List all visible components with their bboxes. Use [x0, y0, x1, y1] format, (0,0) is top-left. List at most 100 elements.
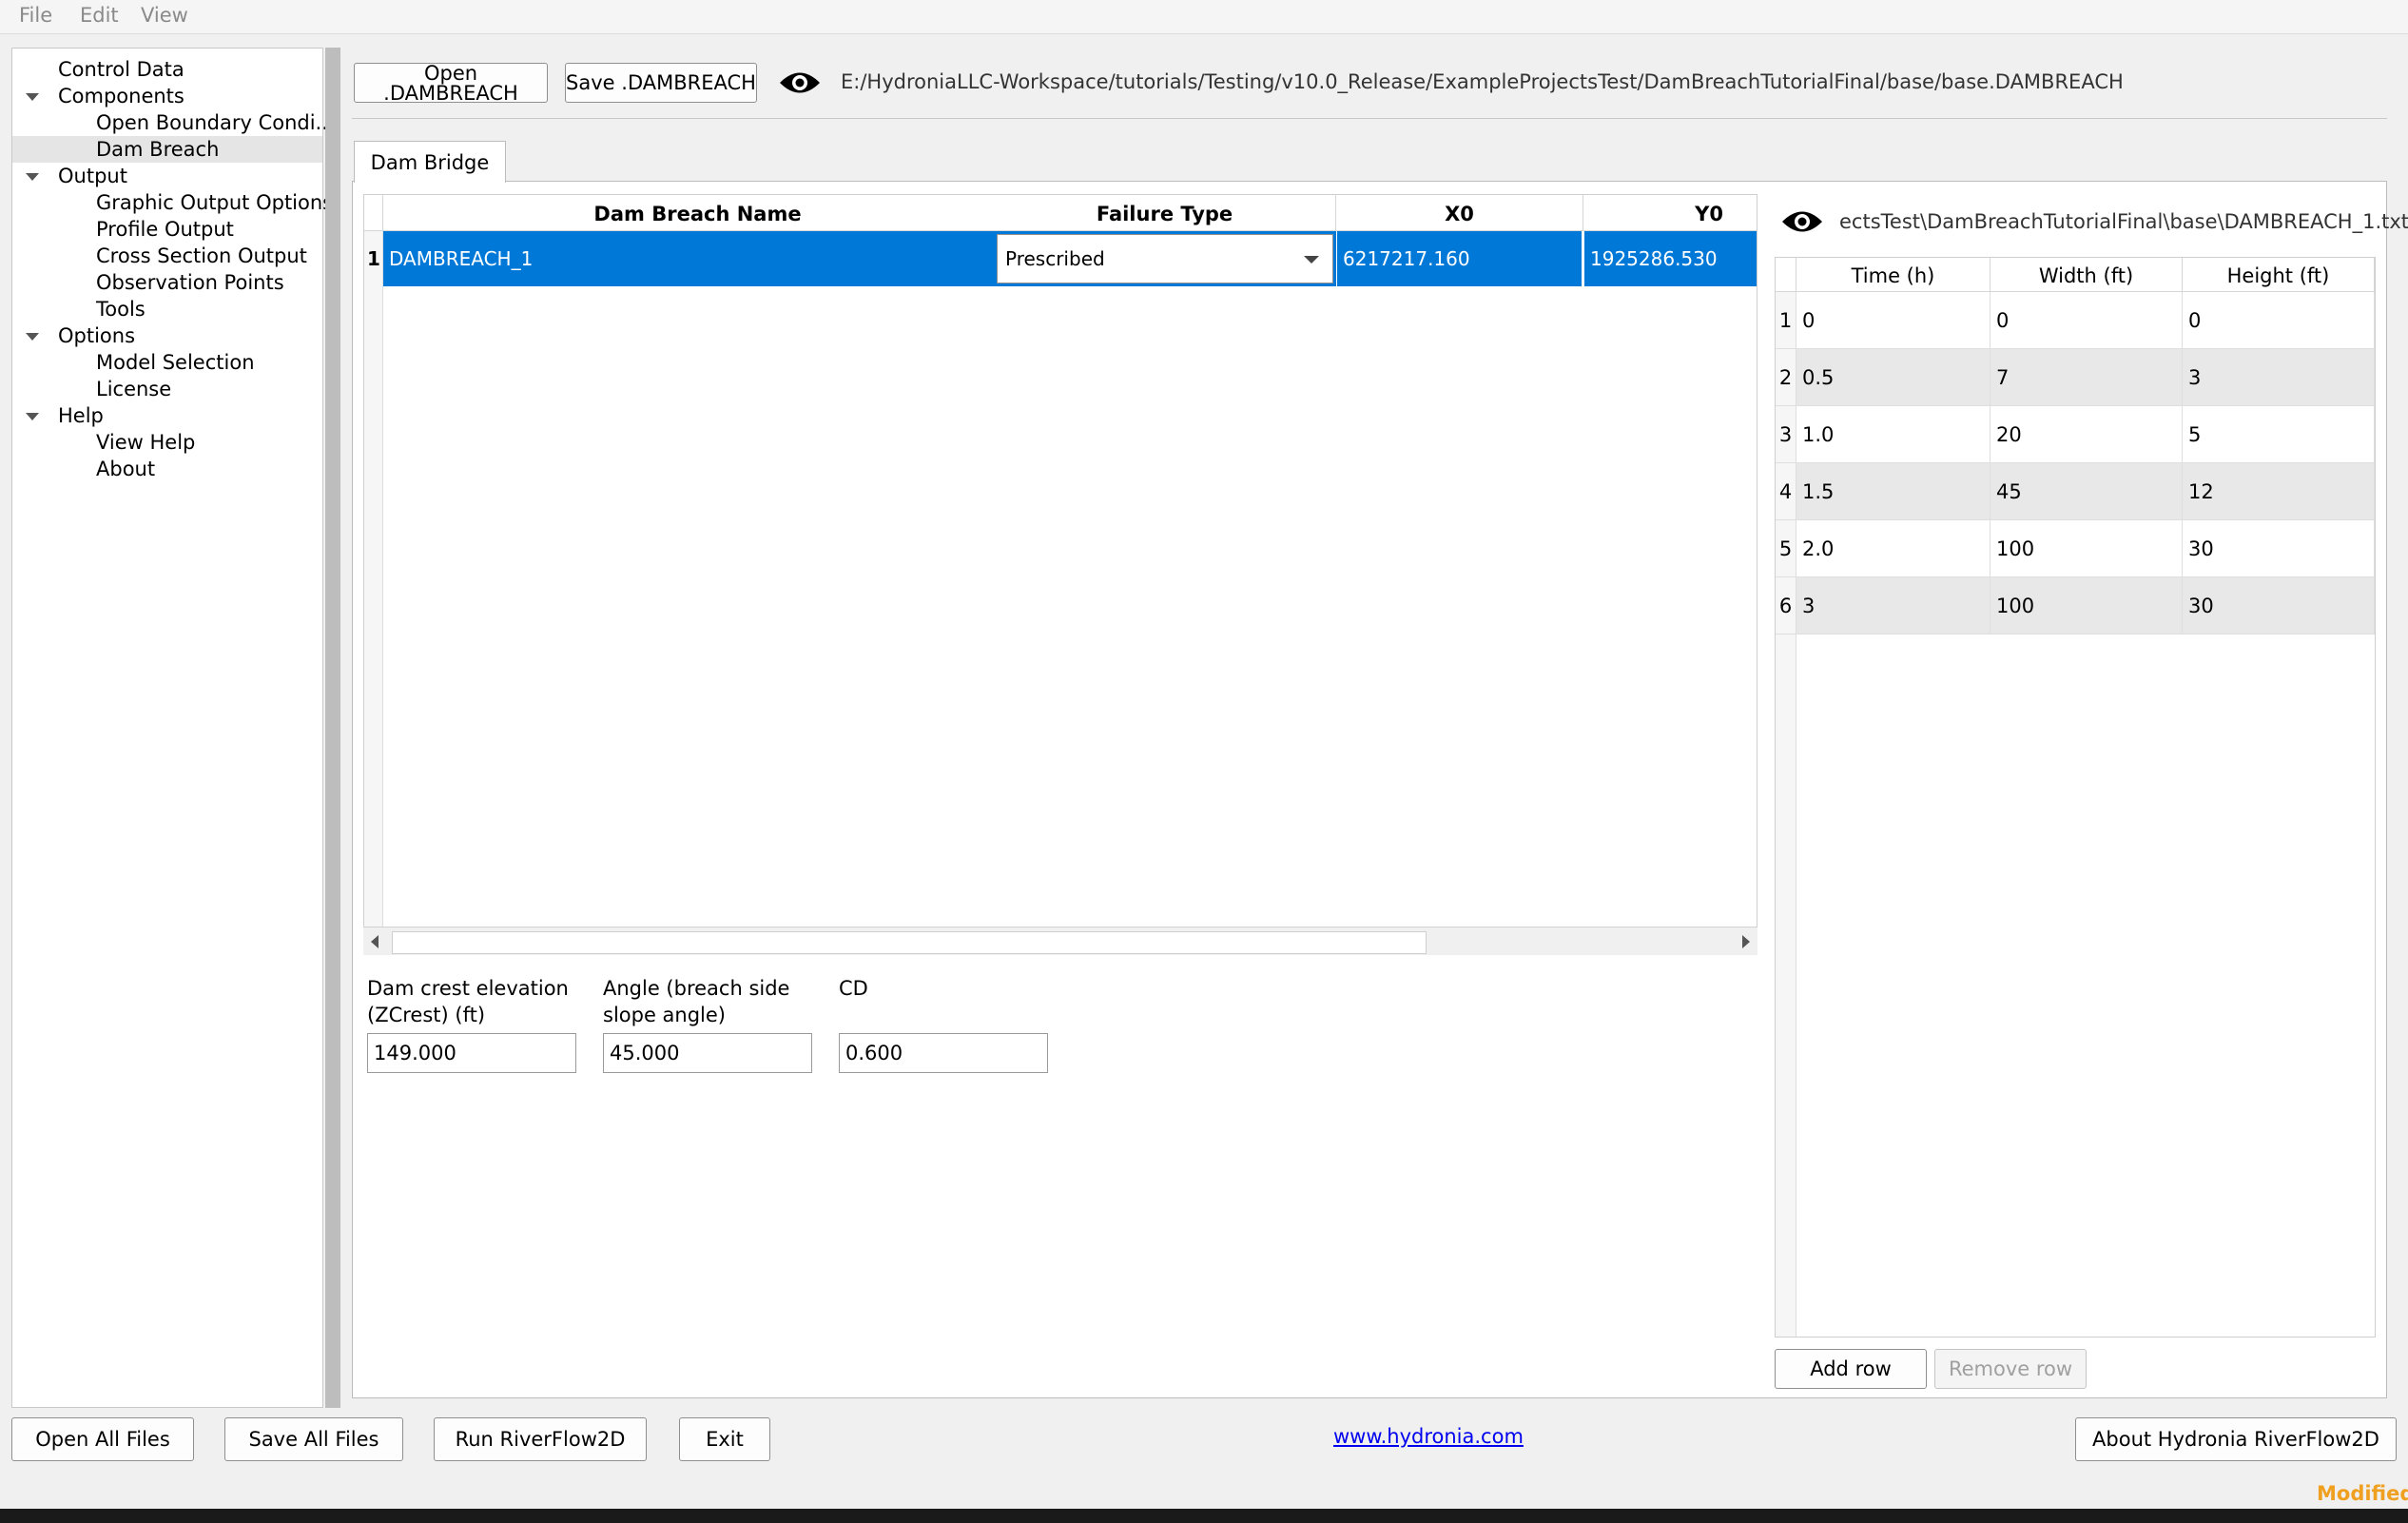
table-row[interactable]: 6 3 100 30 — [1776, 577, 2375, 635]
cell-height[interactable]: 30 — [2183, 577, 2375, 635]
cell-time[interactable]: 1.5 — [1796, 463, 1990, 520]
tab-dam-bridge[interactable]: Dam Bridge — [354, 141, 506, 183]
column-header-height[interactable]: Height (ft) — [2183, 258, 2375, 292]
angle-label: Angle (breach side slope angle) — [603, 975, 789, 1028]
cell-time[interactable]: 2.0 — [1796, 520, 1990, 577]
cell-width[interactable]: 7 — [1990, 349, 2183, 406]
column-header-y0[interactable]: Y0 — [1583, 195, 1757, 231]
scrollbar-thumb[interactable] — [392, 931, 1427, 954]
table-row[interactable]: 2 0.5 7 3 — [1776, 349, 2375, 406]
cell-time[interactable]: 1.0 — [1796, 406, 1990, 463]
cell-time[interactable]: 0.5 — [1796, 349, 1990, 406]
tree-item-label: Dam Breach — [96, 138, 220, 161]
cell-width[interactable]: 100 — [1990, 520, 2183, 577]
row-number: 4 — [1776, 463, 1796, 520]
tree-item-13[interactable]: Help — [12, 402, 322, 429]
cell-width[interactable]: 45 — [1990, 463, 2183, 520]
tree-item-15[interactable]: About — [12, 456, 322, 482]
zcrest-input[interactable] — [367, 1033, 576, 1073]
tree-item-7[interactable]: Cross Section Output — [12, 243, 322, 269]
tree-item-12[interactable]: License — [12, 376, 322, 402]
expand-arrow-icon[interactable] — [26, 413, 39, 420]
open-dambreach-button[interactable]: Open .DAMBREACH — [354, 63, 548, 104]
cd-input[interactable] — [839, 1033, 1048, 1073]
save-dambreach-button[interactable]: Save .DAMBREACH — [565, 63, 757, 103]
expand-arrow-icon[interactable] — [26, 333, 39, 341]
cell-height[interactable]: 3 — [2183, 349, 2375, 406]
tree-item-label: License — [96, 378, 172, 400]
add-row-button[interactable]: Add row — [1775, 1349, 1927, 1389]
angle-input[interactable] — [603, 1033, 812, 1073]
remove-row-button[interactable]: Remove row — [1934, 1349, 2087, 1389]
angle-label-line1: Angle (breach side — [603, 977, 790, 1000]
cell-height[interactable]: 5 — [2183, 406, 2375, 463]
cell-height[interactable]: 30 — [2183, 520, 2375, 577]
timeseries-table: Time (h) Width (ft) Height (ft) 1 0 0 0 2 0.5… — [1775, 257, 2376, 1338]
cell-dam-breach-name[interactable]: DAMBREACH_1 — [383, 231, 994, 286]
website-link[interactable]: www.hydronia.com — [1333, 1425, 1524, 1448]
cell-time[interactable]: 3 — [1796, 577, 1990, 635]
tree-item-8[interactable]: Observation Points — [12, 269, 322, 296]
menu-edit[interactable]: Edit — [80, 4, 119, 27]
tree-item-0[interactable]: Control Data — [12, 56, 322, 83]
zcrest-label: Dam crest elevation (ZCrest) (ft) — [367, 975, 569, 1028]
table-row[interactable]: 1000 — [1776, 292, 2375, 349]
about-hydronia-button[interactable]: About Hydronia RiverFlow2D — [2075, 1417, 2397, 1461]
expand-arrow-icon[interactable] — [26, 93, 39, 101]
column-header-dam-breach-name[interactable]: Dam Breach Name — [383, 195, 1013, 231]
chevron-down-icon — [1304, 256, 1319, 264]
cell-x0[interactable]: 6217217.160 — [1336, 231, 1582, 286]
cell-width[interactable]: 100 — [1990, 577, 2183, 635]
expand-arrow-icon[interactable] — [26, 173, 39, 181]
tree-item-10[interactable]: Options — [12, 322, 322, 349]
cell-time[interactable]: 0 — [1796, 292, 1990, 349]
exit-button[interactable]: Exit — [679, 1417, 770, 1461]
tree-item-1[interactable]: Components — [12, 83, 322, 109]
tree-item-6[interactable]: Profile Output — [12, 216, 322, 243]
tree-item-2[interactable]: Open Boundary Condi... — [12, 109, 335, 136]
scroll-right-icon[interactable] — [1742, 935, 1750, 948]
status-modified: Modified — [2317, 1482, 2408, 1505]
column-header-width[interactable]: Width (ft) — [1990, 258, 2183, 292]
table-row[interactable]: 3 1.0 20 5 — [1776, 406, 2375, 463]
eye-icon[interactable] — [778, 67, 822, 99]
eye-icon[interactable] — [1780, 205, 1824, 238]
tree-item-3[interactable]: Dam Breach — [12, 136, 322, 163]
tree-item-label: Profile Output — [96, 218, 234, 241]
dam-breach-table: Dam Breach Name Failure Type X0 Y0 1 DAM… — [363, 194, 1757, 955]
scroll-left-icon[interactable] — [371, 935, 379, 948]
column-header-time[interactable]: Time (h) — [1796, 258, 1990, 292]
tree-item-label: Tools — [96, 298, 146, 321]
run-riverflow2d-button[interactable]: Run RiverFlow2D — [434, 1417, 647, 1461]
cell-height[interactable]: 12 — [2183, 463, 2375, 520]
tree-item-11[interactable]: Model Selection — [12, 349, 322, 376]
horizontal-scrollbar[interactable] — [363, 927, 1757, 955]
row-number: 2 — [1776, 349, 1796, 406]
tree-item-label: View Help — [96, 431, 196, 454]
open-all-files-button[interactable]: Open All Files — [11, 1417, 194, 1461]
cell-y0[interactable]: 1925286.530 — [1583, 231, 1757, 286]
table-row[interactable]: 5 2.0 100 30 — [1776, 520, 2375, 577]
cell-width[interactable]: 0 — [1990, 292, 2183, 349]
tree-item-4[interactable]: Output — [12, 163, 322, 189]
tree-item-9[interactable]: Tools — [12, 296, 322, 322]
save-all-files-button[interactable]: Save All Files — [224, 1417, 403, 1461]
zcrest-label-line2: (ZCrest) (ft) — [367, 1004, 486, 1026]
row-number: 1 — [1776, 292, 1796, 349]
tree-item-14[interactable]: View Help — [12, 429, 322, 456]
dambreach-file-path: E:/HydroniaLLC-Workspace/tutorials/Testi… — [841, 70, 2124, 93]
tree-item-5[interactable]: Graphic Output Options — [12, 189, 333, 216]
cell-height[interactable]: 0 — [2183, 292, 2375, 349]
cell-width[interactable]: 20 — [1990, 406, 2183, 463]
menu-file[interactable]: File — [19, 4, 52, 27]
row-number: 5 — [1776, 520, 1796, 577]
panel-splitter[interactable] — [325, 48, 340, 1408]
column-header-x0[interactable]: X0 — [1336, 195, 1583, 231]
row-number-gutter — [364, 231, 383, 954]
failure-type-select[interactable]: Prescribed — [997, 234, 1333, 283]
tree-item-label: Model Selection — [96, 351, 255, 374]
tree-item-label: Options — [58, 324, 136, 347]
menu-view[interactable]: View — [141, 4, 188, 27]
column-header-failure-type[interactable]: Failure Type — [994, 195, 1336, 231]
table-row[interactable]: 4 1.5 45 12 — [1776, 463, 2375, 520]
